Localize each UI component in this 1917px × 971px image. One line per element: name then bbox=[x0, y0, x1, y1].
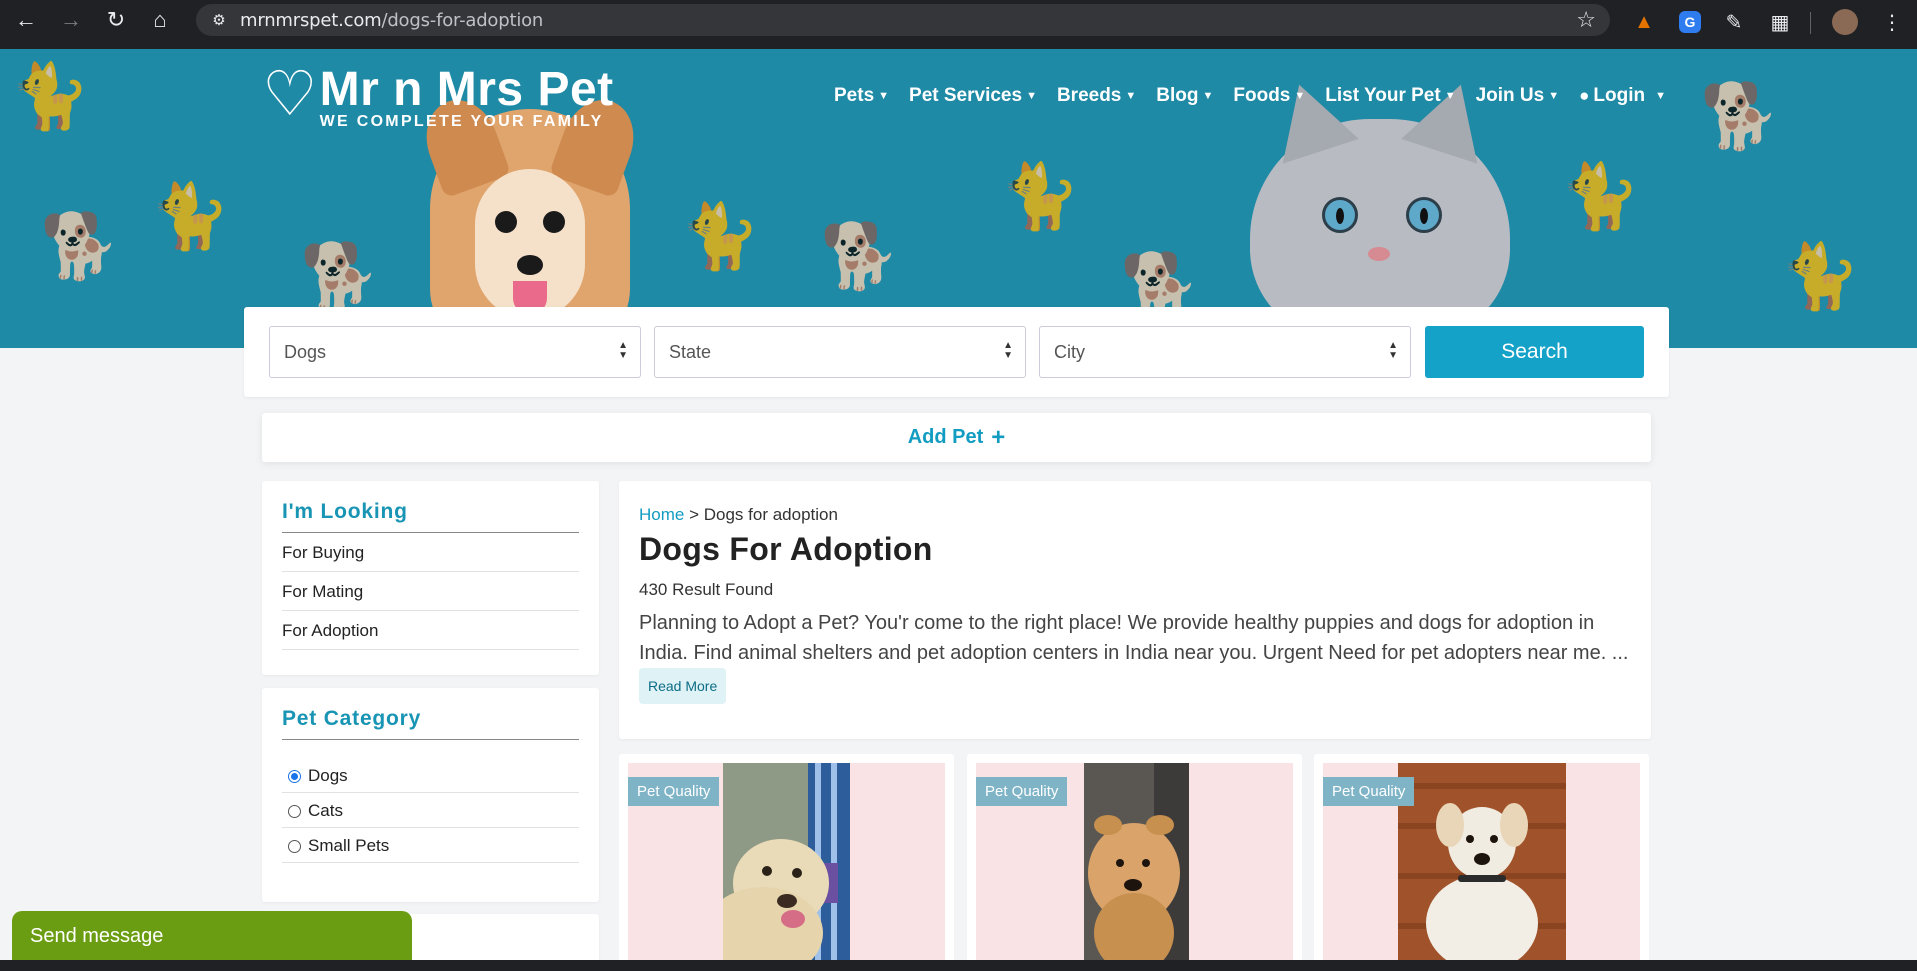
bookmark-star-icon[interactable]: ☆ bbox=[1576, 7, 1596, 33]
caret-down-icon: ▼ bbox=[1125, 90, 1137, 102]
breadcrumb-current: Dogs for adoption bbox=[703, 505, 838, 524]
filter-for-adoption[interactable]: For Adoption bbox=[282, 611, 579, 650]
forward-icon[interactable]: → bbox=[49, 0, 93, 40]
page-title: Dogs For Adoption bbox=[639, 531, 933, 567]
result-count: 430 Result Found bbox=[639, 580, 774, 599]
paw-silhouette-icon: 🐈 bbox=[1000, 160, 1080, 232]
category-title: Pet Category bbox=[282, 707, 579, 740]
search-button[interactable]: Search bbox=[1425, 326, 1644, 378]
brand-tagline: WE COMPLETE YOUR FAMILY bbox=[319, 113, 604, 130]
paw-silhouette-icon: 🐈 bbox=[1780, 240, 1860, 312]
taskbar-strip bbox=[0, 960, 1917, 971]
extension-hat-icon[interactable]: ▲ bbox=[1630, 8, 1658, 36]
caret-down-icon: ▼ bbox=[1202, 90, 1214, 102]
paw-silhouette-icon: 🐈 bbox=[1560, 160, 1640, 232]
caret-down-icon: ▼ bbox=[878, 90, 890, 102]
category-option-small-pets[interactable]: Small Pets bbox=[282, 828, 579, 863]
page-description: Planning to Adopt a Pet? You'r come to t… bbox=[639, 608, 1629, 704]
eyedropper-icon[interactable]: ✎ bbox=[1720, 8, 1748, 36]
address-bar[interactable]: ⚙ mrnmrspet.com/dogs-for-adoption ☆ bbox=[196, 4, 1610, 36]
radio-unselected[interactable] bbox=[288, 804, 301, 818]
cat-image bbox=[1250, 72, 1510, 339]
nav-list-your-pet[interactable]: List Your Pet ▼ bbox=[1315, 85, 1465, 107]
pet-card[interactable]: Pet Quality bbox=[967, 754, 1302, 971]
profile-avatar[interactable] bbox=[1832, 9, 1858, 35]
caret-down-icon: ▼ bbox=[1026, 90, 1037, 102]
category-select[interactable]: Dogs ▲ ▼ bbox=[269, 326, 641, 378]
nav-breeds[interactable]: Breeds ▼ bbox=[1047, 85, 1146, 107]
pet-quality-badge: Pet Quality bbox=[628, 777, 720, 806]
read-more-button[interactable]: Read More bbox=[639, 668, 727, 704]
looking-title: I'm Looking bbox=[282, 500, 579, 533]
paw-silhouette-icon: 🐕 bbox=[820, 220, 900, 292]
nav-pet-services[interactable]: Pet Services ▼ bbox=[899, 85, 1047, 107]
nav-join-us[interactable]: Join Us ▼ bbox=[1466, 85, 1570, 107]
nav-foods[interactable]: Foods ▼ bbox=[1223, 85, 1315, 107]
nav-login[interactable]: ● Login ▼ bbox=[1569, 85, 1676, 107]
select-arrows-icon: ▲ ▼ bbox=[1388, 340, 1398, 361]
pet-card[interactable]: Pet Quality bbox=[1314, 754, 1649, 971]
select-arrows-icon: ▲ ▼ bbox=[1003, 340, 1013, 361]
caret-down-icon: ▼ bbox=[1548, 90, 1560, 102]
nav-blog[interactable]: Blog ▼ bbox=[1146, 85, 1223, 107]
add-pet-button[interactable]: Add Pet + bbox=[262, 413, 1651, 462]
url-text: mrnmrspet.com/dogs-for-adoption bbox=[240, 9, 544, 31]
caret-down-icon: ▼ bbox=[1294, 90, 1306, 102]
back-icon[interactable]: ← bbox=[4, 0, 48, 40]
paw-silhouette-icon: 🐈 bbox=[10, 60, 90, 132]
filter-for-mating[interactable]: For Mating bbox=[282, 572, 579, 611]
pet-card[interactable]: Pet Quality bbox=[619, 754, 954, 971]
heart-logo-icon: ♡ bbox=[262, 60, 318, 129]
state-select[interactable]: State ▲ ▼ bbox=[654, 326, 1026, 378]
radio-selected[interactable] bbox=[288, 769, 301, 783]
pet-category-panel: Pet Category Dogs Cats Small Pets bbox=[262, 688, 599, 902]
extensions-puzzle-icon[interactable]: ▦ bbox=[1766, 8, 1794, 36]
paw-silhouette-icon: 🐕 bbox=[1700, 80, 1780, 152]
paw-silhouette-icon: 🐈 bbox=[680, 200, 760, 272]
paw-silhouette-icon: 🐕 bbox=[300, 240, 380, 312]
looking-filter-panel: I'm Looking For Buying For Mating For Ad… bbox=[262, 481, 599, 675]
caret-down-icon: ▼ bbox=[1444, 90, 1456, 102]
pet-search-form: Dogs ▲ ▼ State ▲ ▼ City ▲ ▼ Search bbox=[244, 307, 1669, 397]
hero-banner: 🐈 🐕 🐈 🐕 🐈 🐕 🐈 🐕 🐈 🐕 🐈 ♡ Mr n Mrs Pet WE … bbox=[0, 49, 1917, 348]
reload-icon[interactable]: ↻ bbox=[94, 0, 138, 40]
paw-silhouette-icon: 🐕 bbox=[40, 210, 120, 282]
browser-toolbar: ← → ↻ ⌂ ⚙ mrnmrspet.com/dogs-for-adoptio… bbox=[0, 0, 1917, 49]
pet-quality-badge: Pet Quality bbox=[1323, 777, 1415, 806]
menu-kebab-icon[interactable]: ⋮ bbox=[1878, 8, 1906, 36]
breadcrumb-home-link[interactable]: Home bbox=[639, 505, 684, 524]
brand-name: Mr n Mrs Pet bbox=[319, 63, 614, 116]
caret-down-icon: ▼ bbox=[1655, 90, 1666, 102]
site-info-icon[interactable]: ⚙ bbox=[208, 11, 230, 29]
main-navigation: Pets ▼ Pet Services ▼ Breeds ▼ Blog ▼ Foods ▼… bbox=[824, 85, 1676, 107]
pet-quality-badge: Pet Quality bbox=[976, 777, 1068, 806]
pet-photo bbox=[1084, 763, 1189, 971]
extension-g-icon[interactable]: G bbox=[1679, 11, 1701, 33]
radio-unselected[interactable] bbox=[288, 839, 301, 853]
breadcrumb: Home > Dogs for adoption bbox=[639, 505, 838, 524]
user-icon: ● bbox=[1579, 86, 1590, 105]
category-option-dogs[interactable]: Dogs bbox=[282, 758, 579, 793]
paw-silhouette-icon: 🐈 bbox=[150, 180, 230, 252]
select-arrows-icon: ▲ ▼ bbox=[618, 340, 628, 361]
toolbar-divider bbox=[1810, 12, 1811, 34]
nav-pets[interactable]: Pets ▼ bbox=[824, 85, 899, 107]
plus-icon: + bbox=[991, 423, 1006, 451]
category-option-cats[interactable]: Cats bbox=[282, 793, 579, 828]
listing-info-panel: Home > Dogs for adoption Dogs For Adopti… bbox=[619, 481, 1651, 739]
city-select[interactable]: City ▲ ▼ bbox=[1039, 326, 1411, 378]
pet-photo bbox=[1398, 763, 1566, 971]
site-logo[interactable]: ♡ Mr n Mrs Pet WE COMPLETE YOUR FAMILY bbox=[262, 63, 614, 131]
pet-photo bbox=[723, 763, 850, 971]
filter-for-buying[interactable]: For Buying bbox=[282, 533, 579, 572]
home-icon[interactable]: ⌂ bbox=[138, 0, 182, 40]
